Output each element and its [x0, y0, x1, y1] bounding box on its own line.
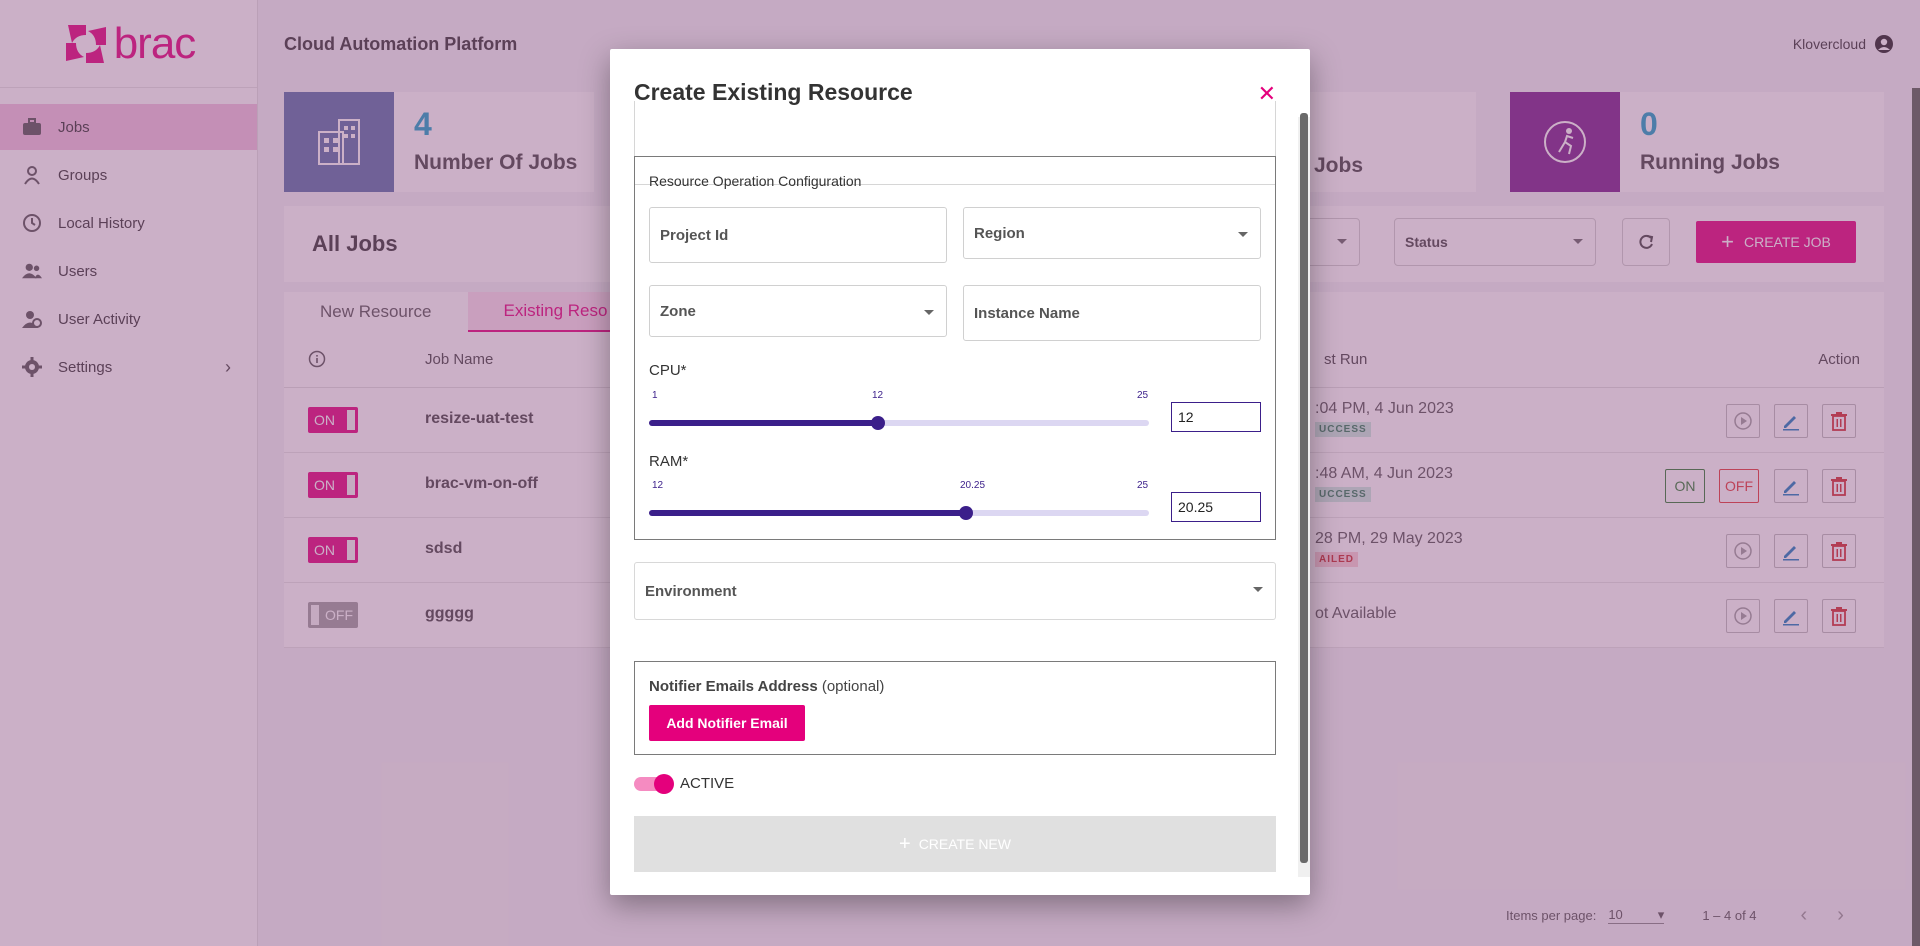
cpu-input[interactable]: 12: [1171, 402, 1261, 432]
cpu-slider[interactable]: [649, 416, 1149, 430]
notifier-emails-section: Notifier Emails Address (optional) Add N…: [634, 661, 1276, 755]
ram-min-tick: 12: [652, 480, 664, 491]
environment-label: Environment: [645, 582, 737, 600]
create-existing-resource-dialog: Create Existing Resource ✕ Resource Oper…: [610, 49, 1310, 895]
environment-select[interactable]: Environment: [634, 562, 1276, 620]
ram-slider[interactable]: [649, 506, 1149, 520]
dialog-scrollbar-thumb[interactable]: [1300, 113, 1308, 863]
create-new-label: CREATE NEW: [918, 836, 1011, 852]
notifier-title-text: Notifier Emails Address: [649, 678, 818, 695]
ram-label: RAM*: [649, 453, 689, 470]
create-new-button[interactable]: + CREATE NEW: [634, 816, 1276, 872]
active-label: ACTIVE: [680, 775, 735, 792]
zone-select[interactable]: Zone: [649, 285, 947, 337]
notifier-title: Notifier Emails Address (optional): [649, 678, 884, 695]
notifier-optional: (optional): [821, 678, 885, 695]
cpu-value-tick: 12: [872, 390, 884, 401]
cpu-slider-thumb[interactable]: [871, 416, 885, 430]
plus-icon: +: [899, 832, 911, 855]
project-id-field[interactable]: Project Id: [649, 207, 947, 263]
ram-value-tick: 20.25: [960, 480, 986, 491]
page-scrollbar[interactable]: [1912, 88, 1920, 946]
cpu-max-tick: 25: [1137, 390, 1149, 401]
active-toggle[interactable]: ACTIVE: [634, 773, 735, 794]
cpu-slider-fill: [649, 420, 878, 426]
zone-label: Zone: [660, 302, 696, 320]
resource-operation-config: Resource Operation Configuration Project…: [634, 156, 1276, 540]
ram-max-tick: 25: [1137, 480, 1149, 491]
dialog-title: Create Existing Resource: [634, 79, 913, 105]
region-label: Region: [974, 224, 1025, 242]
add-notifier-email-button[interactable]: Add Notifier Email: [649, 705, 805, 741]
caret-down-icon: [1253, 587, 1263, 592]
active-switch[interactable]: [634, 773, 674, 794]
ram-slider-thumb[interactable]: [959, 506, 973, 520]
ram-slider-fill: [649, 510, 966, 516]
cpu-label: CPU*: [649, 362, 687, 379]
config-title: Resource Operation Configuration: [649, 173, 862, 189]
region-select[interactable]: Region: [963, 207, 1261, 259]
caret-down-icon: [1238, 232, 1248, 237]
cpu-min-tick: 1: [652, 390, 658, 401]
instance-name-field[interactable]: Instance Name: [963, 285, 1261, 341]
ram-input[interactable]: 20.25: [1171, 492, 1261, 522]
caret-down-icon: [924, 310, 934, 315]
close-icon[interactable]: ✕: [1258, 81, 1276, 107]
